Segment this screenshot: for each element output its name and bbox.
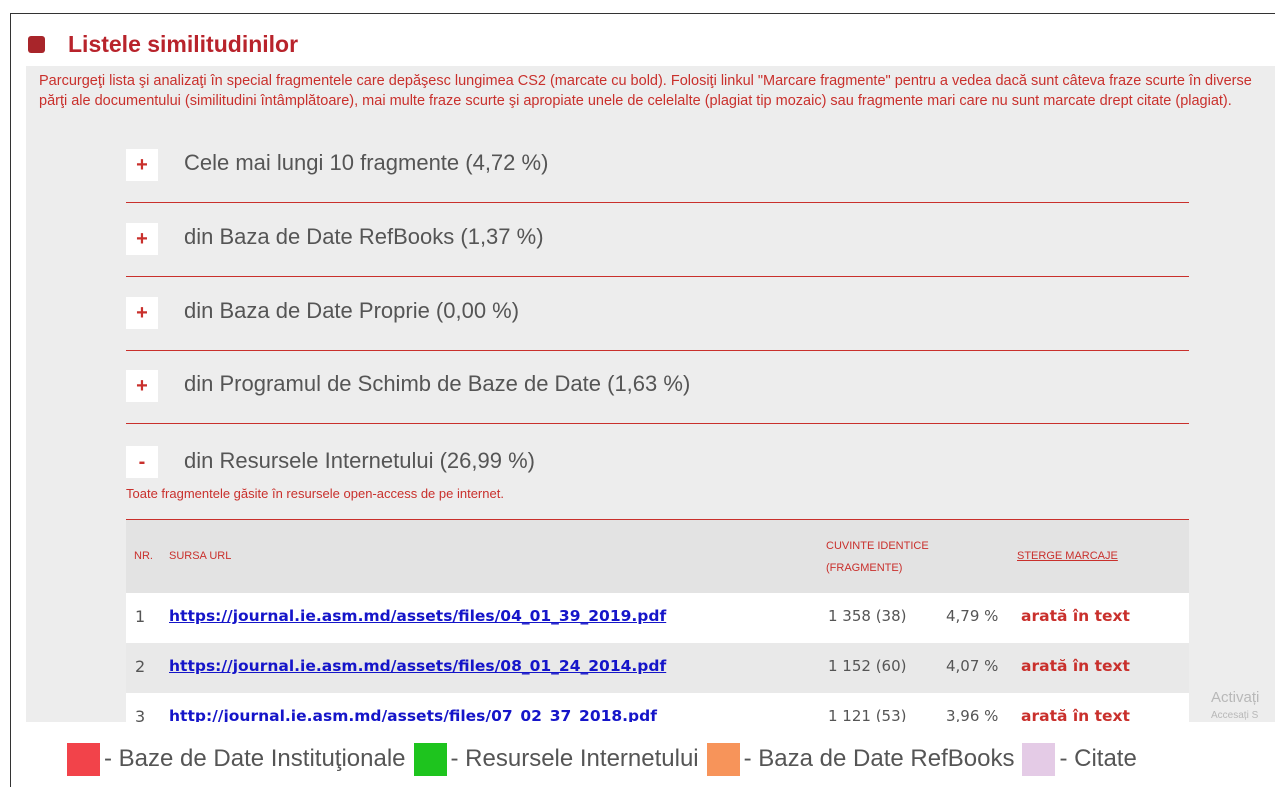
table-row: 3 http://journal.ie.asm.md/assets/files/…	[126, 693, 1189, 722]
header-words-line2: (FRAGMENTE)	[826, 562, 903, 574]
internet-note: Toate fragmentele găsite în resursele op…	[126, 486, 504, 501]
header-words: CUVINTE IDENTICE (FRAGMENTE)	[826, 535, 929, 579]
legend-item-institutional: - Baze de Date Instituţionale	[67, 742, 406, 776]
percentage: 4,07 %	[946, 657, 999, 675]
identical-words: 1 358 (38)	[828, 607, 907, 625]
section-header: Listele similitudinilor	[28, 30, 298, 58]
expand-toggle-button[interactable]: +	[126, 370, 158, 402]
accordion-label[interactable]: din Baza de Date Proprie (0,00 %)	[184, 298, 519, 324]
accordion-label[interactable]: din Programul de Schimb de Baze de Date …	[184, 371, 690, 397]
table-header: NR. SURSA URL CUVINTE IDENTICE (FRAGMENT…	[126, 520, 1189, 593]
percentage: 3,96 %	[946, 707, 999, 722]
similarities-panel: Parcurgeţi lista şi analizaţi în special…	[26, 66, 1275, 722]
row-number: 3	[135, 707, 146, 722]
header-url: SURSA URL	[169, 550, 232, 562]
color-legend: - Baze de Date Instituţionale - Resursel…	[67, 741, 1145, 777]
collapse-toggle-button[interactable]: -	[126, 446, 158, 478]
legend-label: - Baze de Date Instituţionale	[104, 745, 406, 772]
watermark-line1: Activați	[1211, 689, 1260, 706]
section-marker-icon	[28, 35, 45, 53]
source-url-link[interactable]: https://journal.ie.asm.md/assets/files/0…	[169, 607, 666, 625]
lilac-swatch-icon	[1022, 742, 1056, 776]
show-in-text-link[interactable]: arată în text	[1021, 607, 1130, 625]
header-words-line1: CUVINTE IDENTICE	[826, 540, 929, 552]
watermark-line2: Accesați S	[1211, 710, 1259, 721]
accordion-item-exchange[interactable]: + din Programul de Schimb de Baze de Dat…	[126, 350, 1189, 424]
accordion-label[interactable]: din Resursele Internetului (26,99 %)	[184, 448, 535, 474]
accordion-item-refbooks[interactable]: + din Baza de Date RefBooks (1,37 %)	[126, 203, 1189, 277]
source-url-link[interactable]: https://journal.ie.asm.md/assets/files/0…	[169, 657, 666, 675]
windows-activation-watermark: Activați Accesați S	[1211, 689, 1259, 722]
expand-toggle-button[interactable]: +	[126, 297, 158, 329]
accordion-item-longest[interactable]: + Cele mai lungi 10 fragmente (4,72 %)	[126, 129, 1189, 203]
accordion-label[interactable]: Cele mai lungi 10 fragmente (4,72 %)	[184, 150, 548, 176]
show-in-text-link[interactable]: arată în text	[1021, 657, 1130, 675]
table-row: 2 https://journal.ie.asm.md/assets/files…	[126, 643, 1189, 693]
table-row: 1 https://journal.ie.asm.md/assets/files…	[126, 593, 1189, 643]
source-url-link[interactable]: http://journal.ie.asm.md/assets/files/07…	[169, 707, 657, 722]
frame-border-left	[10, 13, 11, 787]
legend-label: - Baza de Date RefBooks	[743, 745, 1015, 772]
legend-label: - Citate	[1059, 745, 1137, 772]
percentage: 4,79 %	[946, 607, 999, 625]
internet-sources-table: NR. SURSA URL CUVINTE IDENTICE (FRAGMENT…	[126, 520, 1189, 722]
orange-swatch-icon	[706, 742, 740, 776]
accordion-item-internet[interactable]: - din Resursele Internetului (26,99 %)	[126, 424, 1189, 478]
clear-marks-link[interactable]: STERGE MARCAJE	[1017, 545, 1118, 567]
legend-label: - Resursele Internetului	[450, 745, 699, 772]
identical-words: 1 121 (53)	[828, 707, 907, 722]
section-title: Listele similitudinilor	[68, 30, 299, 57]
accordion-label[interactable]: din Baza de Date RefBooks (1,37 %)	[184, 224, 544, 250]
frame-border-top	[10, 13, 1275, 14]
row-number: 2	[135, 657, 146, 676]
header-nr: NR.	[134, 550, 153, 562]
legend-item-internet: - Resursele Internetului	[413, 742, 699, 776]
identical-words: 1 152 (60)	[828, 657, 907, 675]
row-number: 1	[135, 607, 146, 626]
green-swatch-icon	[413, 742, 447, 776]
expand-toggle-button[interactable]: +	[126, 223, 158, 255]
legend-item-quotes: - Citate	[1022, 742, 1137, 776]
accordion-item-own-db[interactable]: + din Baza de Date Proprie (0,00 %)	[126, 277, 1189, 351]
red-swatch-icon	[67, 742, 100, 776]
expand-toggle-button[interactable]: +	[126, 149, 158, 181]
show-in-text-link[interactable]: arată în text	[1021, 707, 1130, 722]
legend-item-refbooks: - Baza de Date RefBooks	[706, 742, 1015, 776]
intro-text: Parcurgeţi lista şi analizaţi în special…	[39, 73, 1252, 109]
